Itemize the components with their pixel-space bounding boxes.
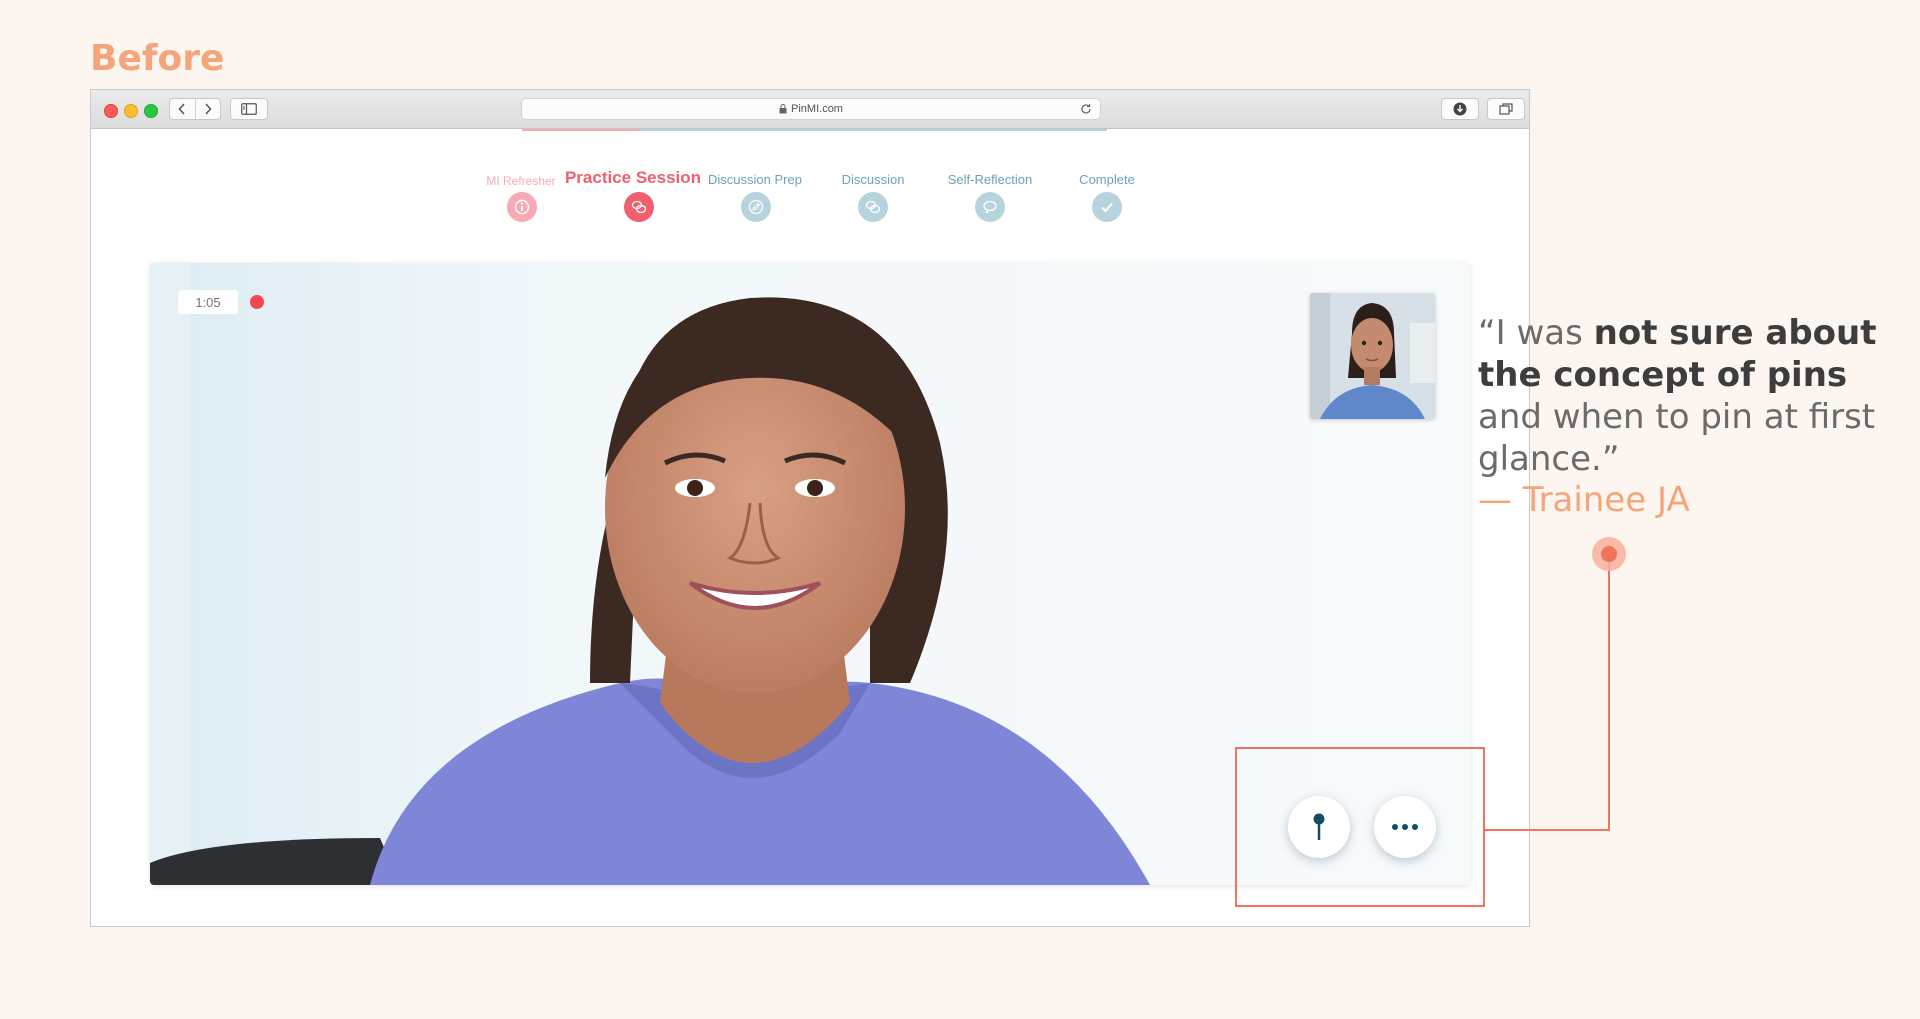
nav-buttons	[169, 98, 221, 120]
minimize-window-button[interactable]	[124, 104, 138, 118]
step-connector	[756, 129, 873, 131]
url-text: PinMI.com	[791, 103, 843, 115]
chat-icon	[631, 200, 647, 214]
step-complete[interactable]	[1092, 192, 1122, 222]
step-connector	[522, 129, 639, 131]
browser-toolbar: PinMI.com	[91, 90, 1529, 129]
forward-button[interactable]	[194, 99, 221, 119]
step-connector	[639, 129, 756, 131]
chevron-left-icon	[178, 103, 185, 115]
info-icon	[514, 199, 530, 215]
chat-icon	[865, 200, 881, 214]
downloads-button[interactable]	[1441, 98, 1479, 120]
step-label-mi-refresher: MI Refresher	[486, 174, 556, 188]
pencil-icon	[748, 199, 764, 215]
back-button[interactable]	[170, 99, 195, 119]
step-discussion[interactable]	[858, 192, 888, 222]
page-heading: Before	[90, 38, 225, 79]
check-icon	[1101, 202, 1113, 213]
chevron-right-icon	[205, 103, 212, 115]
step-label-self-reflection: Self-Reflection	[947, 172, 1033, 187]
step-practice-session[interactable]	[624, 192, 654, 222]
step-label-discussion-prep: Discussion Prep	[708, 172, 802, 187]
address-bar[interactable]: PinMI.com	[521, 98, 1101, 120]
step-label-discussion: Discussion	[841, 172, 905, 187]
quote-text-start: “I was	[1478, 313, 1594, 353]
quote-attribution: — Trainee JA	[1478, 480, 1690, 520]
sidebar-icon	[241, 103, 257, 115]
user-quote: “I was not sure about the concept of pin…	[1478, 312, 1898, 480]
reload-icon[interactable]	[1080, 103, 1092, 115]
callout-highlight-box	[1235, 747, 1485, 907]
self-view-image	[1310, 293, 1435, 419]
download-icon	[1453, 102, 1467, 116]
session-timer: 1:05	[178, 290, 238, 314]
step-discussion-prep[interactable]	[741, 192, 771, 222]
step-connector	[873, 129, 990, 131]
step-self-reflection[interactable]	[975, 192, 1005, 222]
tab-overview-button[interactable]	[1487, 98, 1525, 120]
self-view-video	[1310, 293, 1435, 419]
step-connector	[990, 129, 1107, 131]
quote-text-end: and when to pin at first glance.”	[1478, 397, 1876, 479]
lock-icon	[779, 104, 787, 114]
thought-icon	[983, 200, 997, 214]
recording-indicator	[250, 295, 264, 309]
sidebar-toggle-button[interactable]	[230, 98, 268, 120]
step-label-complete: Complete	[1079, 172, 1135, 187]
step-mi-refresher[interactable]	[507, 192, 537, 222]
close-window-button[interactable]	[104, 104, 118, 118]
step-label-practice-session: Practice Session	[564, 168, 702, 187]
maximize-window-button[interactable]	[144, 104, 158, 118]
tabs-icon	[1499, 103, 1513, 115]
